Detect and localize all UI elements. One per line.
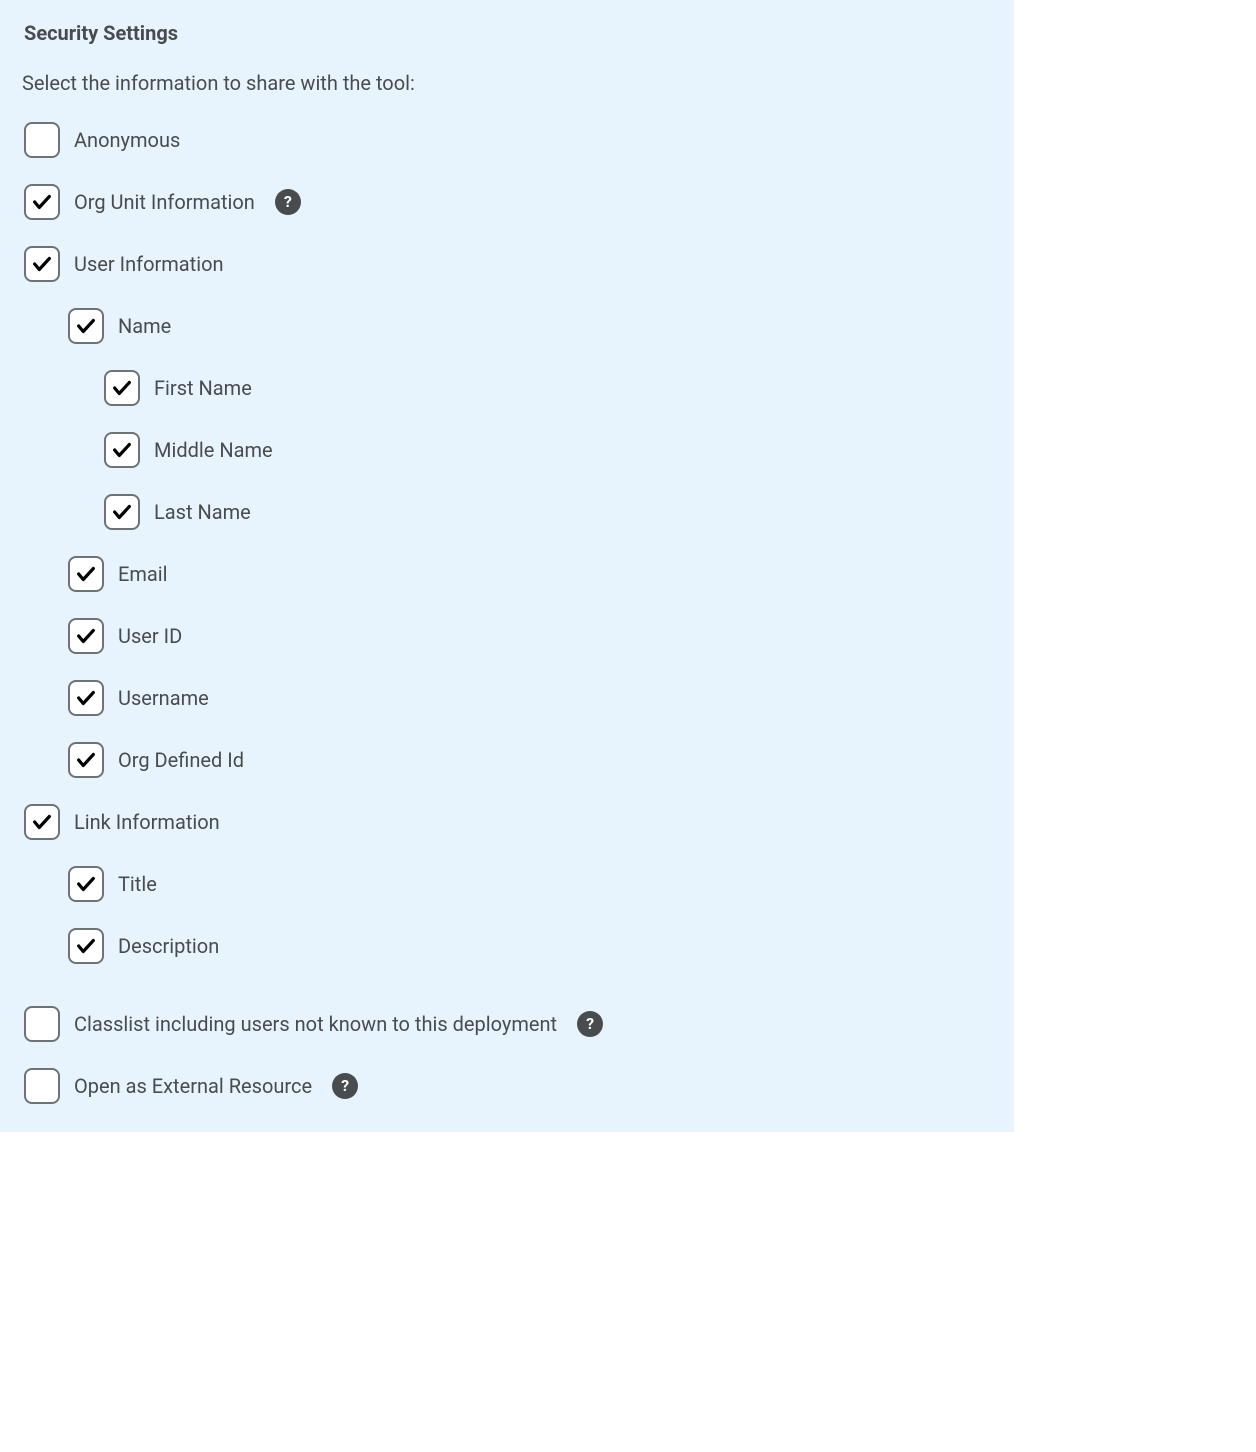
label-org-defined-id: Org Defined Id	[118, 745, 244, 775]
check-icon	[111, 377, 133, 399]
label-user-info: User Information	[74, 249, 224, 279]
checkbox-org-defined-id[interactable]	[68, 742, 104, 778]
checkbox-name[interactable]	[68, 308, 104, 344]
check-icon	[75, 749, 97, 771]
security-settings-panel: Security Settings Select the information…	[0, 0, 1014, 1132]
row-title: Title	[68, 866, 990, 902]
checkbox-open-external[interactable]	[24, 1068, 60, 1104]
check-icon	[75, 563, 97, 585]
help-icon[interactable]: ?	[332, 1073, 358, 1099]
row-first-name: First Name	[104, 370, 990, 406]
help-icon[interactable]: ?	[577, 1011, 603, 1037]
checkbox-description[interactable]	[68, 928, 104, 964]
label-org-unit-info: Org Unit Information	[74, 187, 255, 217]
checkbox-last-name[interactable]	[104, 494, 140, 530]
row-middle-name: Middle Name	[104, 432, 990, 468]
label-title: Title	[118, 869, 157, 899]
check-icon	[75, 625, 97, 647]
checkbox-email[interactable]	[68, 556, 104, 592]
label-username: Username	[118, 683, 209, 713]
label-first-name: First Name	[154, 373, 252, 403]
checkbox-middle-name[interactable]	[104, 432, 140, 468]
row-open-external: Open as External Resource ?	[24, 1068, 990, 1104]
row-last-name: Last Name	[104, 494, 990, 530]
row-description: Description	[68, 928, 990, 964]
label-anonymous: Anonymous	[74, 125, 180, 155]
section-title: Security Settings	[24, 18, 990, 48]
checkbox-username[interactable]	[68, 680, 104, 716]
row-user-id: User ID	[68, 618, 990, 654]
check-icon	[111, 501, 133, 523]
help-icon[interactable]: ?	[275, 189, 301, 215]
label-link-info: Link Information	[74, 807, 220, 837]
row-org-unit-info: Org Unit Information ?	[24, 184, 990, 220]
row-link-info: Link Information	[24, 804, 990, 840]
row-email: Email	[68, 556, 990, 592]
row-org-defined-id: Org Defined Id	[68, 742, 990, 778]
label-description: Description	[118, 931, 219, 961]
row-username: Username	[68, 680, 990, 716]
label-middle-name: Middle Name	[154, 435, 273, 465]
checkbox-classlist[interactable]	[24, 1006, 60, 1042]
checkbox-user-info[interactable]	[24, 246, 60, 282]
checkbox-title[interactable]	[68, 866, 104, 902]
label-email: Email	[118, 559, 168, 589]
check-icon	[31, 811, 53, 833]
row-name: Name	[68, 308, 990, 344]
check-icon	[31, 191, 53, 213]
checkbox-first-name[interactable]	[104, 370, 140, 406]
check-icon	[111, 439, 133, 461]
checkbox-org-unit-info[interactable]	[24, 184, 60, 220]
label-name: Name	[118, 311, 171, 341]
check-icon	[75, 935, 97, 957]
check-icon	[75, 873, 97, 895]
section-subtitle: Select the information to share with the…	[22, 68, 990, 98]
label-classlist: Classlist including users not known to t…	[74, 1009, 557, 1039]
label-user-id: User ID	[118, 621, 182, 651]
label-last-name: Last Name	[154, 497, 251, 527]
checkbox-link-info[interactable]	[24, 804, 60, 840]
row-classlist: Classlist including users not known to t…	[24, 1006, 990, 1042]
label-open-external: Open as External Resource	[74, 1071, 312, 1101]
row-anonymous: Anonymous	[24, 122, 990, 158]
check-icon	[75, 687, 97, 709]
checkbox-user-id[interactable]	[68, 618, 104, 654]
check-icon	[31, 253, 53, 275]
checkbox-anonymous[interactable]	[24, 122, 60, 158]
row-user-info: User Information	[24, 246, 990, 282]
check-icon	[75, 315, 97, 337]
